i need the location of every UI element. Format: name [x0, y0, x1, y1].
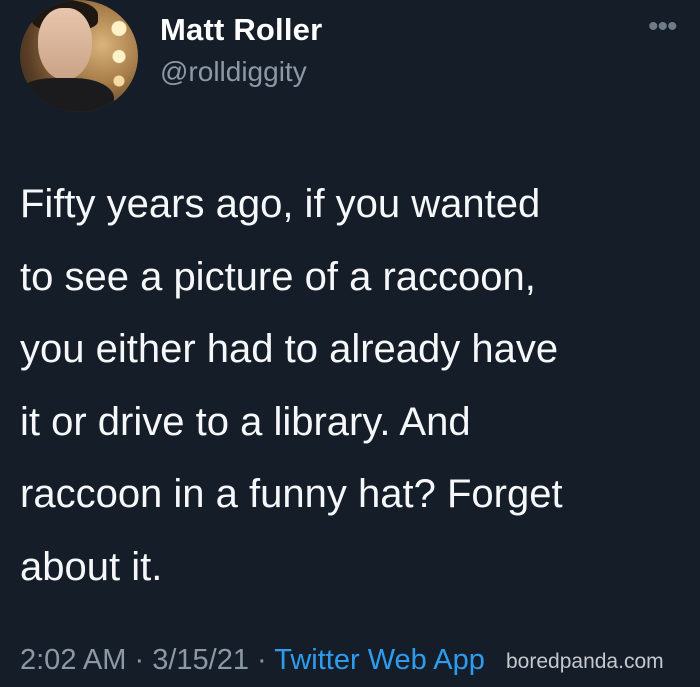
tweet-date[interactable]: 3/15/21	[152, 644, 249, 676]
tweet: Matt Roller @rolldiggity ••• Fifty years…	[0, 0, 700, 687]
tweet-line: Fifty years ago, if you wanted	[20, 182, 541, 226]
avatar-face	[38, 8, 92, 80]
more-options-icon[interactable]: •••	[648, 12, 677, 42]
avatar[interactable]	[20, 0, 138, 112]
tweet-text: Fifty years ago, if you wanted to see a …	[20, 168, 685, 603]
user-handle[interactable]: @rolldiggity	[160, 56, 307, 88]
tweet-time[interactable]: 2:02 AM	[20, 644, 126, 676]
tweet-meta: 2:02 AM · 3/15/21 · Twitter Web App	[20, 644, 485, 677]
watermark: boredpanda.com	[506, 650, 664, 673]
meta-separator: ·	[257, 644, 267, 676]
tweet-source-link[interactable]: Twitter Web App	[274, 644, 485, 676]
tweet-line: to see a picture of a raccoon,	[20, 254, 536, 299]
tweet-line: raccoon in a funny hat? Forget	[20, 472, 563, 516]
meta-separator: ·	[134, 644, 145, 676]
tweet-line: you either had to already have	[20, 327, 559, 371]
avatar-background-lights	[106, 18, 132, 88]
avatar-shirt	[20, 78, 114, 112]
tweet-line: it or drive to a library. And	[20, 399, 471, 444]
display-name[interactable]: Matt Roller	[160, 12, 322, 48]
tweet-line: about it.	[20, 544, 163, 589]
